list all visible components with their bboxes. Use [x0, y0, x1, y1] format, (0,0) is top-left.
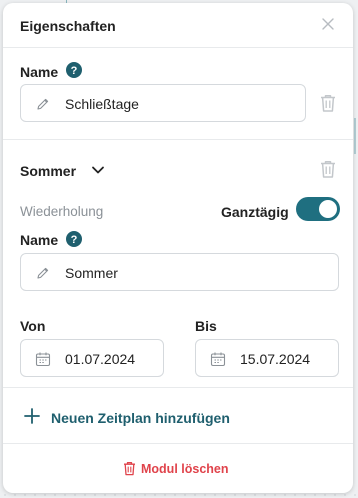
- pencil-icon: [35, 265, 51, 281]
- panel-header: Eigenschaften: [3, 3, 353, 48]
- canvas-connector: [354, 118, 356, 154]
- plus-icon: [24, 408, 40, 424]
- module-name-value: Schließtage: [65, 96, 139, 112]
- pencil-icon: [35, 96, 51, 112]
- from-label: Von: [20, 318, 46, 334]
- svg-text:?: ?: [71, 65, 78, 77]
- question-circle-icon[interactable]: ?: [66, 231, 82, 247]
- schedule-name-value: Sommer: [65, 265, 118, 281]
- calendar-icon: [210, 351, 226, 367]
- svg-text:?: ?: [71, 234, 78, 246]
- repeat-label[interactable]: Wiederholung: [20, 204, 103, 219]
- divider: [3, 443, 353, 444]
- trash-icon: [123, 461, 136, 476]
- allday-toggle[interactable]: [296, 197, 340, 221]
- divider: [3, 139, 353, 140]
- from-date-value: 01.07.2024: [65, 351, 136, 367]
- add-schedule-label: Neuen Zeitplan hinzufügen: [51, 410, 230, 426]
- question-circle-icon[interactable]: ?: [66, 62, 82, 78]
- toggle-knob: [319, 200, 337, 218]
- allday-label: Ganztägig: [221, 204, 289, 220]
- properties-panel: Eigenschaften Name ? Schließtage Sommer …: [3, 3, 353, 493]
- close-icon[interactable]: [320, 16, 336, 32]
- delete-module-label: Modul löschen: [141, 462, 229, 476]
- module-name-label: Name: [20, 64, 59, 80]
- divider: [3, 387, 353, 388]
- to-date-value: 15.07.2024: [240, 351, 311, 367]
- from-date-input[interactable]: 01.07.2024: [20, 339, 164, 377]
- chevron-down-icon[interactable]: [91, 163, 105, 177]
- delete-module-button[interactable]: Modul löschen: [3, 460, 353, 480]
- trash-icon[interactable]: [319, 159, 337, 179]
- schedule-name-input[interactable]: Sommer: [20, 253, 339, 291]
- calendar-icon: [35, 351, 51, 367]
- module-name-input[interactable]: Schließtage: [20, 84, 306, 122]
- to-label: Bis: [195, 318, 217, 334]
- schedule-name-label: Name: [20, 232, 59, 248]
- panel-title: Eigenschaften: [20, 18, 116, 34]
- to-date-input[interactable]: 15.07.2024: [195, 339, 339, 377]
- schedule-title: Sommer: [20, 163, 77, 179]
- trash-icon[interactable]: [319, 93, 337, 113]
